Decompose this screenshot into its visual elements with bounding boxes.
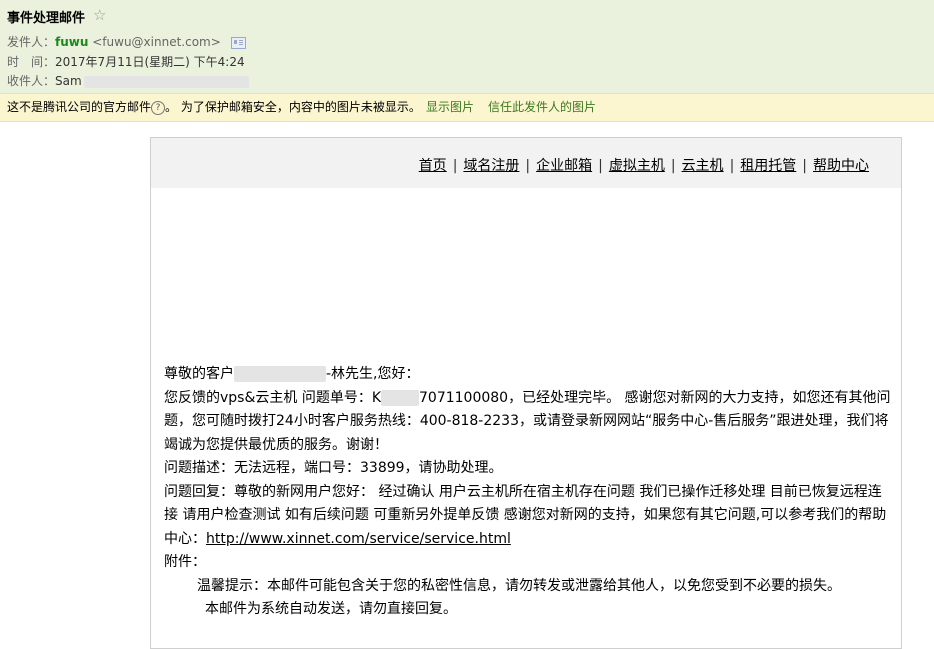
redacted-ticket-part (381, 389, 420, 406)
show-images-link[interactable]: 显示图片 (426, 94, 474, 121)
ticket-paragraph: 您反馈的vps&云主机 问题单号：K 7071100080，已经处理完毕。 感谢您… (164, 387, 894, 458)
contact-card-icon[interactable] (230, 36, 246, 49)
nav-virtual-host[interactable]: 虚拟主机 (609, 158, 665, 174)
from-row: 发件人：fuwu <fuwu@xinnet.com> (7, 33, 246, 50)
nav-separator: | (670, 158, 676, 174)
nav-domain[interactable]: 域名注册 (463, 158, 519, 174)
time-label: 时 间： (7, 55, 56, 69)
nav-home[interactable]: 首页 (419, 158, 447, 174)
help-center-link[interactable]: http://www.xinnet.com/service/service.ht… (206, 531, 511, 547)
time-value: 2017年7月11日(星期二) 下午4:24 (55, 55, 245, 69)
greeting-prefix: 尊敬的客户 (164, 366, 234, 382)
privacy-tip: 温馨提示：本邮件可能包含关于您的私密性信息，请勿转发或泄露给其他人，以免您受到不… (197, 577, 841, 594)
attachment-label: 附件： (164, 554, 206, 570)
ticket-prefix: 您反馈的vps&云主机 问题单号：K (164, 389, 382, 406)
redacted-customer-id (234, 366, 326, 382)
from-label: 发件人： (7, 35, 56, 49)
nav-cloud-host[interactable]: 云主机 (682, 158, 724, 174)
problem-reply: 问题回复：尊敬的新网用户您好： 经过确认 用户云主机所在宿主机存在问题 我们已操… (164, 481, 894, 552)
sender-address[interactable]: <fuwu@xinnet.com> (92, 35, 221, 49)
greeting-suffix: -林先生,您好： (326, 366, 420, 382)
to-row: 收件人：Sam (7, 72, 249, 89)
sender-name[interactable]: fuwu (55, 35, 88, 49)
mail-content-frame: 首页 | 域名注册 | 企业邮箱 | 虚拟主机 | 云主机 | 租用托管 | 帮助中心 尊敬的客户 -林先… (150, 137, 902, 649)
warning-text: 这不是腾讯公司的官方邮件?。 为了保护邮箱安全，内容中的图片未被显示。 (7, 94, 421, 121)
nav-separator: | (729, 158, 735, 174)
recipient-name[interactable]: Sam (55, 74, 82, 88)
star-outline-icon[interactable]: ☆ (93, 6, 106, 24)
nav-separator: | (598, 158, 603, 174)
mail-header: 事件处理邮件 ☆ 发件人：fuwu <fuwu@xinnet.com> 时 间：… (0, 0, 934, 93)
security-warning-bar: 这不是腾讯公司的官方邮件?。 为了保护邮箱安全，内容中的图片未被显示。 显示图片… (0, 93, 934, 122)
auto-send-note: 本邮件为系统自动发送，请勿直接回复。 (205, 601, 457, 617)
nav-enterprise-mail[interactable]: 企业邮箱 (536, 158, 592, 174)
redacted-recipient (83, 75, 249, 88)
warning-text-before: 这不是腾讯公司的官方邮件 (7, 100, 152, 114)
warning-text-after: 。 为了保护邮箱安全，内容中的图片未被显示。 (165, 100, 421, 114)
question-icon[interactable]: ? (151, 100, 166, 115)
nav-separator: | (802, 158, 807, 174)
to-label: 收件人： (7, 74, 56, 88)
problem-description: 问题描述：无法远程，端口号：33899，请协助处理。 (164, 460, 503, 476)
nav-separator: | (452, 158, 458, 174)
nav-hosting[interactable]: 租用托管 (740, 158, 796, 174)
nav-help-center[interactable]: 帮助中心 (813, 158, 869, 174)
greeting: 尊敬的客户 -林先生,您好： (164, 363, 894, 387)
nav-separator: | (525, 158, 531, 174)
mail-body: 尊敬的客户 -林先生,您好： 您反馈的vps&云主机 问题单号：K 70711000… (164, 363, 894, 622)
time-row: 时 间：2017年7月11日(星期二) 下午4:24 (7, 53, 245, 70)
nav-items: 首页 | 域名注册 | 企业邮箱 | 虚拟主机 | 云主机 | 租用托管 | 帮助中心 (419, 155, 869, 175)
site-nav-bar: 首页 | 域名注册 | 企业邮箱 | 虚拟主机 | 云主机 | 租用托管 | 帮助中心 (151, 138, 901, 188)
mail-subject: 事件处理邮件 (7, 11, 86, 26)
trust-sender-images-link[interactable]: 信任此发件人的图片 (488, 94, 596, 121)
